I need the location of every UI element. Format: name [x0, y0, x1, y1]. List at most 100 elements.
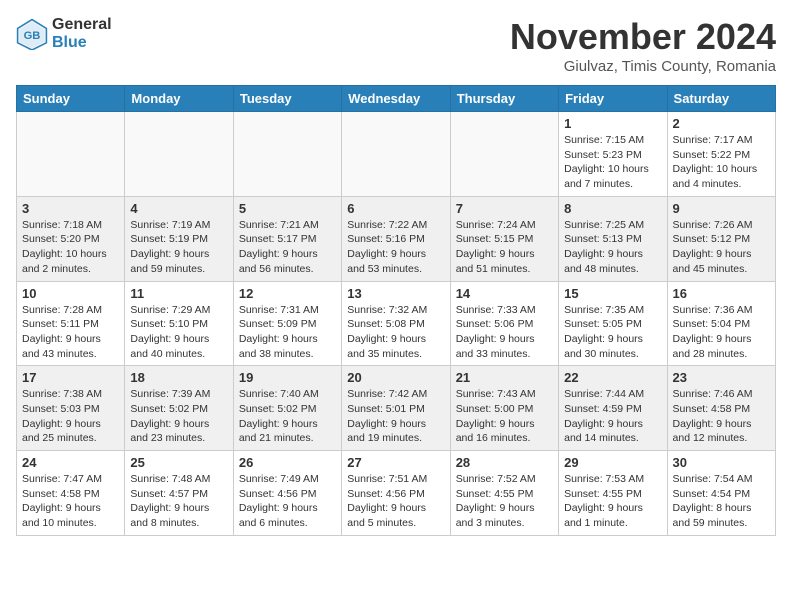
day-number: 28	[456, 455, 553, 470]
calendar-cell: 14 Sunrise: 7:33 AM Sunset: 5:06 PM Dayli…	[450, 281, 558, 366]
day-info: Sunrise: 7:22 AM Sunset: 5:16 PM Dayligh…	[347, 218, 444, 277]
day-info: Sunrise: 7:52 AM Sunset: 4:55 PM Dayligh…	[456, 472, 553, 531]
day-number: 19	[239, 370, 336, 385]
calendar-cell: 29Sunrise: 7:53 AM Sunset: 4:55 PM Dayli…	[559, 451, 667, 536]
day-info: Sunrise: 7:39 AM Sunset: 5:02 PM Dayligh…	[130, 387, 227, 446]
day-info: Sunrise: 7:28 AM Sunset: 5:11 PM Dayligh…	[22, 303, 119, 362]
calendar-cell: 22Sunrise: 7:44 AM Sunset: 4:59 PM Dayli…	[559, 366, 667, 451]
day-number: 10	[22, 286, 119, 301]
day-info: Sunrise: 7:33 AM Sunset: 5:06 PM Dayligh…	[456, 303, 553, 362]
logo-text: General Blue	[52, 16, 112, 51]
day-info: Sunrise: 7:25 AM Sunset: 5:13 PM Dayligh…	[564, 218, 661, 277]
svg-text:GB: GB	[24, 29, 41, 41]
calendar-cell: 7Sunrise: 7:24 AM Sunset: 5:15 PM Daylig…	[450, 196, 558, 281]
day-number: 25	[130, 455, 227, 470]
calendar-cell: 17 Sunrise: 7:38 AM Sunset: 5:03 PM Dayli…	[17, 366, 125, 451]
day-info: Sunrise: 7:36 AM Sunset: 5:04 PM Dayligh…	[673, 303, 770, 362]
calendar-cell: 4 Sunrise: 7:19 AM Sunset: 5:19 PM Daylig…	[125, 196, 233, 281]
title-block: November 2024 Giulvaz, Timis County, Rom…	[510, 16, 776, 75]
calendar-cell: 25Sunrise: 7:48 AM Sunset: 4:57 PM Dayli…	[125, 451, 233, 536]
calendar-cell: 23 Sunrise: 7:46 AM Sunset: 4:58 PM Dayli…	[667, 366, 775, 451]
day-number: 5	[239, 201, 336, 216]
logo-general: General	[52, 16, 112, 34]
calendar-cell: 30Sunrise: 7:54 AM Sunset: 4:54 PM Dayli…	[667, 451, 775, 536]
day-info: Sunrise: 7:40 AM Sunset: 5:02 PM Dayligh…	[239, 387, 336, 446]
day-info: Sunrise: 7:17 AM Sunset: 5:22 PM Dayligh…	[673, 133, 770, 192]
calendar-cell: 28 Sunrise: 7:52 AM Sunset: 4:55 PM Dayli…	[450, 451, 558, 536]
calendar-cell: 18Sunrise: 7:39 AM Sunset: 5:02 PM Dayli…	[125, 366, 233, 451]
calendar-cell: 27 Sunrise: 7:51 AM Sunset: 4:56 PM Dayli…	[342, 451, 450, 536]
day-number: 29	[564, 455, 661, 470]
logo-blue: Blue	[52, 34, 112, 52]
day-info: Sunrise: 7:15 AM Sunset: 5:23 PM Dayligh…	[564, 133, 661, 192]
day-info: Sunrise: 7:51 AM Sunset: 4:56 PM Dayligh…	[347, 472, 444, 531]
day-number: 26	[239, 455, 336, 470]
day-info: Sunrise: 7:19 AM Sunset: 5:19 PM Dayligh…	[130, 218, 227, 277]
calendar-cell	[450, 112, 558, 197]
day-number: 17	[22, 370, 119, 385]
calendar-cell	[17, 112, 125, 197]
day-number: 3	[22, 201, 119, 216]
calendar-cell: 9Sunrise: 7:26 AM Sunset: 5:12 PM Daylig…	[667, 196, 775, 281]
calendar-cell: 16Sunrise: 7:36 AM Sunset: 5:04 PM Dayli…	[667, 281, 775, 366]
calendar-cell: 5 Sunrise: 7:21 AM Sunset: 5:17 PM Daylig…	[233, 196, 341, 281]
day-number: 27	[347, 455, 444, 470]
calendar-cell: 13Sunrise: 7:32 AM Sunset: 5:08 PM Dayli…	[342, 281, 450, 366]
calendar-cell: 2 Sunrise: 7:17 AM Sunset: 5:22 PM Daylig…	[667, 112, 775, 197]
day-number: 6	[347, 201, 444, 216]
day-info: Sunrise: 7:46 AM Sunset: 4:58 PM Dayligh…	[673, 387, 770, 446]
day-number: 8	[564, 201, 661, 216]
day-info: Sunrise: 7:26 AM Sunset: 5:12 PM Dayligh…	[673, 218, 770, 277]
page-header: GB General Blue November 2024 Giulvaz, T…	[16, 16, 776, 75]
day-number: 4	[130, 201, 227, 216]
calendar-cell	[125, 112, 233, 197]
day-number: 1	[564, 116, 661, 131]
location: Giulvaz, Timis County, Romania	[510, 58, 776, 75]
weekday-header: Monday	[125, 86, 233, 112]
weekday-header: Saturday	[667, 86, 775, 112]
day-number: 2	[673, 116, 770, 131]
day-info: Sunrise: 7:21 AM Sunset: 5:17 PM Dayligh…	[239, 218, 336, 277]
calendar-cell: 21 Sunrise: 7:43 AM Sunset: 5:00 PM Dayli…	[450, 366, 558, 451]
calendar-cell: 11 Sunrise: 7:29 AM Sunset: 5:10 PM Dayli…	[125, 281, 233, 366]
day-info: Sunrise: 7:44 AM Sunset: 4:59 PM Dayligh…	[564, 387, 661, 446]
calendar-week-row: 24Sunrise: 7:47 AM Sunset: 4:58 PM Dayli…	[17, 451, 776, 536]
logo-icon: GB	[16, 18, 48, 50]
calendar-cell: 10 Sunrise: 7:28 AM Sunset: 5:11 PM Dayli…	[17, 281, 125, 366]
calendar-cell: 20Sunrise: 7:42 AM Sunset: 5:01 PM Dayli…	[342, 366, 450, 451]
day-info: Sunrise: 7:18 AM Sunset: 5:20 PM Dayligh…	[22, 218, 119, 277]
calendar-cell: 3 Sunrise: 7:18 AM Sunset: 5:20 PM Daylig…	[17, 196, 125, 281]
day-info: Sunrise: 7:29 AM Sunset: 5:10 PM Dayligh…	[130, 303, 227, 362]
day-number: 14	[456, 286, 553, 301]
day-info: Sunrise: 7:43 AM Sunset: 5:00 PM Dayligh…	[456, 387, 553, 446]
calendar-table: SundayMondayTuesdayWednesdayThursdayFrid…	[16, 85, 776, 536]
day-info: Sunrise: 7:47 AM Sunset: 4:58 PM Dayligh…	[22, 472, 119, 531]
calendar-week-row: 10 Sunrise: 7:28 AM Sunset: 5:11 PM Dayli…	[17, 281, 776, 366]
calendar-cell: 6 Sunrise: 7:22 AM Sunset: 5:16 PM Daylig…	[342, 196, 450, 281]
logo: GB General Blue	[16, 16, 112, 51]
day-number: 15	[564, 286, 661, 301]
day-number: 7	[456, 201, 553, 216]
day-info: Sunrise: 7:49 AM Sunset: 4:56 PM Dayligh…	[239, 472, 336, 531]
weekday-header: Sunday	[17, 86, 125, 112]
calendar-cell	[233, 112, 341, 197]
day-number: 20	[347, 370, 444, 385]
calendar-cell: 24Sunrise: 7:47 AM Sunset: 4:58 PM Dayli…	[17, 451, 125, 536]
day-number: 30	[673, 455, 770, 470]
day-number: 21	[456, 370, 553, 385]
day-number: 11	[130, 286, 227, 301]
calendar-cell: 12Sunrise: 7:31 AM Sunset: 5:09 PM Dayli…	[233, 281, 341, 366]
day-info: Sunrise: 7:35 AM Sunset: 5:05 PM Dayligh…	[564, 303, 661, 362]
weekday-header: Wednesday	[342, 86, 450, 112]
calendar-cell: 15 Sunrise: 7:35 AM Sunset: 5:05 PM Dayli…	[559, 281, 667, 366]
day-info: Sunrise: 7:38 AM Sunset: 5:03 PM Dayligh…	[22, 387, 119, 446]
day-number: 23	[673, 370, 770, 385]
weekday-header: Friday	[559, 86, 667, 112]
calendar-cell: 26 Sunrise: 7:49 AM Sunset: 4:56 PM Dayli…	[233, 451, 341, 536]
calendar-header-row: SundayMondayTuesdayWednesdayThursdayFrid…	[17, 86, 776, 112]
calendar-week-row: 3 Sunrise: 7:18 AM Sunset: 5:20 PM Daylig…	[17, 196, 776, 281]
month-title: November 2024	[510, 16, 776, 58]
day-number: 13	[347, 286, 444, 301]
calendar-cell: 19 Sunrise: 7:40 AM Sunset: 5:02 PM Dayli…	[233, 366, 341, 451]
day-number: 12	[239, 286, 336, 301]
